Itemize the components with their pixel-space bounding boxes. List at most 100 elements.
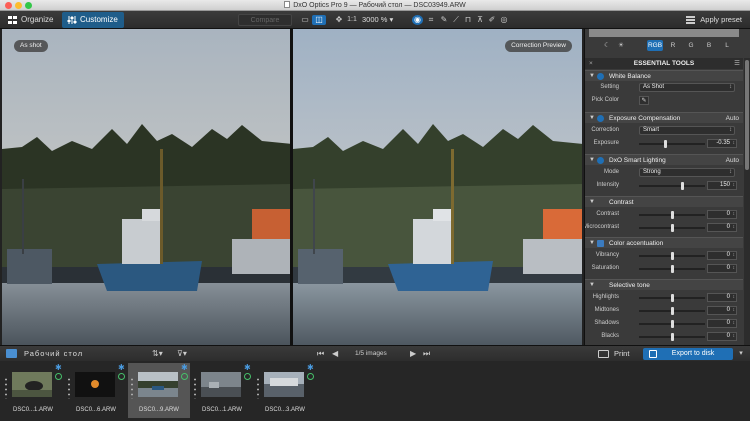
- perspective-icon[interactable]: ⊓: [463, 15, 473, 25]
- horizon-icon[interactable]: ⟋: [451, 15, 461, 25]
- slider-knob[interactable]: [664, 140, 667, 148]
- wb-setting-select[interactable]: As Shot: [639, 83, 735, 92]
- star-icon[interactable]: ✱: [244, 364, 251, 372]
- last-image-icon[interactable]: ⏭: [423, 348, 430, 360]
- saturation-slider[interactable]: [639, 265, 705, 273]
- slider-knob[interactable]: [671, 333, 674, 341]
- mode-select[interactable]: Strong: [639, 168, 735, 177]
- exposure-slider[interactable]: [639, 140, 705, 148]
- shadows-slider[interactable]: [639, 320, 705, 328]
- repair-brush-icon[interactable]: ✐: [487, 15, 497, 25]
- slider-knob[interactable]: [671, 307, 674, 315]
- move-icon[interactable]: ✥: [334, 15, 344, 25]
- document-icon: [284, 1, 291, 8]
- channel-l[interactable]: L: [719, 40, 735, 51]
- midtones-slider[interactable]: [639, 307, 705, 315]
- tab-customize[interactable]: Customize: [62, 12, 124, 28]
- vibrancy-slider[interactable]: [639, 252, 705, 260]
- red-eye-icon[interactable]: ◎: [499, 15, 509, 25]
- smart-lighting-header[interactable]: ▼ DxO Smart Lighting Auto: [585, 154, 743, 165]
- slider-knob[interactable]: [671, 320, 674, 328]
- eyedropper-icon[interactable]: ✎: [639, 96, 649, 105]
- contrast-slider[interactable]: [639, 211, 705, 219]
- slider-knob[interactable]: [671, 265, 674, 273]
- highlights-value[interactable]: 0: [707, 293, 737, 302]
- color-accentuation-header[interactable]: ▼ Color accentuation: [585, 237, 743, 248]
- next-image-icon[interactable]: ▶: [410, 348, 416, 360]
- star-icon[interactable]: ✱: [118, 364, 125, 372]
- sun-icon[interactable]: ☀: [613, 40, 629, 51]
- vibrancy-value[interactable]: 0: [707, 251, 737, 260]
- highlights-slider[interactable]: [639, 294, 705, 302]
- apply-preset-button[interactable]: Apply preset: [686, 14, 742, 26]
- slider-knob[interactable]: [681, 182, 684, 190]
- tool-enabled-icon[interactable]: [597, 115, 604, 122]
- split-view-icon[interactable]: ◫: [312, 15, 326, 25]
- previous-image-icon[interactable]: ◀: [332, 348, 338, 360]
- star-icon[interactable]: ✱: [307, 364, 314, 372]
- zoom-window-button[interactable]: [25, 2, 32, 9]
- original-image-pane[interactable]: As shot: [2, 29, 290, 345]
- channel-rgb[interactable]: RGB: [647, 40, 663, 51]
- thumbnail-item[interactable]: ✱ DSC0...6.ARW: [65, 363, 127, 418]
- thumbnail-item-selected[interactable]: ✱ DSC0...9.ARW: [128, 363, 190, 418]
- volume-deformation-icon[interactable]: ⊼: [475, 15, 485, 25]
- blacks-slider[interactable]: [639, 333, 705, 341]
- corrected-image-pane[interactable]: Correction Preview: [293, 29, 582, 345]
- single-view-icon[interactable]: ▭: [300, 15, 310, 25]
- zoom-1to1-button[interactable]: 1:1: [346, 15, 358, 25]
- contrast-value[interactable]: 0: [707, 210, 737, 219]
- saturation-value[interactable]: 0: [707, 264, 737, 273]
- panel-scrollbar[interactable]: [744, 58, 750, 345]
- compare-button[interactable]: Compare: [238, 14, 292, 26]
- channel-g[interactable]: G: [683, 40, 699, 51]
- scroll-thumb[interactable]: [745, 60, 749, 170]
- smart-lighting-auto-button[interactable]: Auto: [726, 155, 739, 166]
- contrast-header[interactable]: ▼ Contrast: [585, 196, 743, 207]
- slider-knob[interactable]: [671, 224, 674, 232]
- slider-knob[interactable]: [671, 211, 674, 219]
- thumbnail-item[interactable]: ✱ DSC0...1.ARW: [191, 363, 253, 418]
- print-button[interactable]: Print: [598, 348, 629, 360]
- channel-r[interactable]: R: [665, 40, 681, 51]
- white-balance-header[interactable]: ▼ White Balance: [585, 70, 743, 81]
- slider-knob[interactable]: [671, 252, 674, 260]
- shadows-value[interactable]: 0: [707, 319, 737, 328]
- menu-icon[interactable]: ☰: [734, 58, 740, 69]
- star-icon[interactable]: ✱: [55, 364, 62, 372]
- folder-icon: [6, 349, 17, 358]
- microcontrast-slider[interactable]: [639, 224, 705, 232]
- zoom-level-select[interactable]: 3000 % ▾: [362, 14, 402, 26]
- crop-icon[interactable]: ⌗: [426, 15, 436, 25]
- tool-enabled-icon[interactable]: [597, 157, 604, 164]
- sort-icon[interactable]: ⇅▾: [152, 348, 163, 360]
- exposure-auto-button[interactable]: Auto: [726, 113, 739, 124]
- image-viewer[interactable]: As shot Correction Preview: [0, 29, 584, 345]
- tool-enabled-icon[interactable]: [597, 73, 604, 80]
- drag-handle-icon: [194, 377, 196, 399]
- selective-tone-header[interactable]: ▼ Selective tone: [585, 279, 743, 290]
- intensity-value[interactable]: 150: [707, 181, 737, 190]
- correction-select[interactable]: Smart: [639, 126, 735, 135]
- export-to-disk-button[interactable]: Export to disk: [643, 348, 733, 360]
- minimize-window-button[interactable]: [15, 2, 22, 9]
- microcontrast-value[interactable]: 0: [707, 223, 737, 232]
- exposure-value[interactable]: -0.35: [707, 139, 737, 148]
- tab-organize[interactable]: Organize: [3, 12, 59, 28]
- midtones-value[interactable]: 0: [707, 306, 737, 315]
- intensity-slider[interactable]: [639, 182, 705, 190]
- filter-icon[interactable]: ⊽▾: [177, 348, 187, 360]
- thumbnail-item[interactable]: ✱ DSC0...1.ARW: [2, 363, 64, 418]
- thumbnail-item[interactable]: ✱ DSC0...3.ARW: [254, 363, 316, 418]
- close-window-button[interactable]: [5, 2, 12, 9]
- channel-b[interactable]: B: [701, 40, 717, 51]
- star-icon[interactable]: ✱: [181, 364, 188, 372]
- eyedropper-icon[interactable]: ✎: [439, 15, 449, 25]
- exposure-header[interactable]: ▼ Exposure Compensation Auto: [585, 112, 743, 123]
- slider-knob[interactable]: [671, 294, 674, 302]
- export-options-icon[interactable]: ▾: [736, 348, 746, 360]
- dxo-preview-icon[interactable]: ◉: [412, 15, 423, 25]
- close-icon[interactable]: ×: [589, 58, 593, 69]
- blacks-value[interactable]: 0: [707, 332, 737, 341]
- first-image-icon[interactable]: ⏮: [317, 348, 324, 360]
